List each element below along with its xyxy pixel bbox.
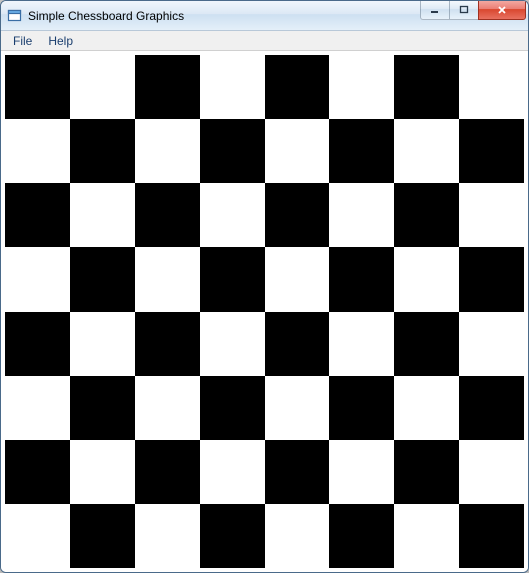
- chessboard: [5, 55, 524, 568]
- board-square: [459, 247, 524, 311]
- board-square: [394, 183, 459, 247]
- board-square: [394, 312, 459, 376]
- board-square: [329, 119, 394, 183]
- board-square: [5, 312, 70, 376]
- board-square: [394, 55, 459, 119]
- board-square: [200, 119, 265, 183]
- board-square: [135, 312, 200, 376]
- board-square: [70, 119, 135, 183]
- board-square: [265, 440, 330, 504]
- board-square: [5, 440, 70, 504]
- board-square: [135, 55, 200, 119]
- board-square: [329, 504, 394, 568]
- menu-file[interactable]: File: [5, 32, 40, 50]
- board-square: [329, 312, 394, 376]
- board-square: [70, 504, 135, 568]
- titlebar[interactable]: Simple Chessboard Graphics: [1, 1, 528, 31]
- board-square: [70, 55, 135, 119]
- board-square: [5, 119, 70, 183]
- board-square: [135, 183, 200, 247]
- board-square: [70, 312, 135, 376]
- board-square: [200, 376, 265, 440]
- board-square: [200, 247, 265, 311]
- board-square: [459, 183, 524, 247]
- maximize-button[interactable]: [449, 0, 479, 20]
- board-square: [394, 119, 459, 183]
- board-square: [135, 119, 200, 183]
- board-square: [70, 440, 135, 504]
- menu-help[interactable]: Help: [40, 32, 81, 50]
- board-square: [135, 376, 200, 440]
- menubar: File Help: [1, 31, 528, 51]
- board-square: [265, 312, 330, 376]
- board-square: [200, 504, 265, 568]
- board-square: [5, 55, 70, 119]
- board-square: [200, 440, 265, 504]
- board-square: [70, 183, 135, 247]
- board-square: [459, 55, 524, 119]
- board-square: [5, 247, 70, 311]
- board-square: [5, 183, 70, 247]
- close-button[interactable]: [478, 0, 526, 20]
- window-title: Simple Chessboard Graphics: [28, 9, 421, 23]
- board-square: [5, 504, 70, 568]
- board-square: [265, 504, 330, 568]
- board-square: [70, 376, 135, 440]
- board-square: [265, 119, 330, 183]
- board-square: [394, 504, 459, 568]
- board-square: [459, 504, 524, 568]
- board-square: [394, 247, 459, 311]
- board-square: [329, 440, 394, 504]
- board-square: [5, 376, 70, 440]
- board-square: [459, 440, 524, 504]
- board-square: [459, 312, 524, 376]
- board-square: [265, 247, 330, 311]
- board-square: [459, 376, 524, 440]
- board-square: [200, 312, 265, 376]
- app-icon: [7, 8, 23, 24]
- board-square: [135, 504, 200, 568]
- board-square: [329, 247, 394, 311]
- board-square: [135, 440, 200, 504]
- board-square: [394, 376, 459, 440]
- board-square: [459, 119, 524, 183]
- board-square: [265, 183, 330, 247]
- board-square: [329, 376, 394, 440]
- board-square: [135, 247, 200, 311]
- board-square: [200, 183, 265, 247]
- app-window: Simple Chessboard Graphics File Help: [0, 0, 529, 573]
- board-square: [329, 183, 394, 247]
- board-square: [394, 440, 459, 504]
- client-area: [1, 51, 528, 572]
- board-square: [265, 376, 330, 440]
- minimize-button[interactable]: [420, 0, 450, 20]
- board-square: [70, 247, 135, 311]
- board-square: [329, 55, 394, 119]
- board-square: [265, 55, 330, 119]
- window-controls: [421, 0, 526, 20]
- board-square: [200, 55, 265, 119]
